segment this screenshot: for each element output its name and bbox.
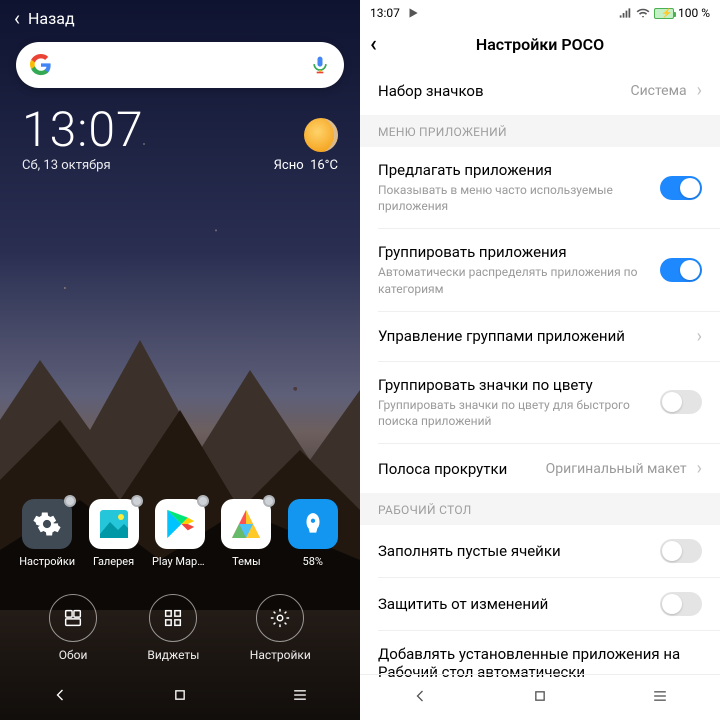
row-sub: Автоматически распределять приложения по…: [378, 264, 650, 296]
header-title: Настройки POCO: [476, 35, 604, 54]
nav-home[interactable]: [170, 685, 190, 709]
chevron-right-icon: ›: [697, 80, 702, 101]
battery-icon: ⚡: [654, 8, 674, 19]
settings-header: ‹ Настройки POCO: [360, 22, 720, 66]
google-search-bar[interactable]: [16, 42, 344, 88]
chevron-right-icon: ›: [697, 326, 702, 347]
nav-recents[interactable]: [650, 686, 670, 710]
quick-label: Обои: [59, 648, 88, 662]
row-title: Заполнять пустые ячейки: [378, 542, 650, 560]
clock-time: 13:07: [22, 106, 144, 154]
poco-settings-screen: 13:07 ⚡ 100 % ‹ Настройки POCO Набор зна…: [360, 0, 720, 720]
quick-widgets[interactable]: Виджеты: [147, 594, 199, 662]
weather-text: Ясно 16°C: [274, 158, 338, 173]
row-group-by-color[interactable]: Группировать значки по цвету Группироват…: [360, 362, 720, 443]
row-value: Оригинальный макет: [546, 461, 687, 477]
back-bar[interactable]: ‹ Назад: [0, 0, 360, 28]
weather-widget[interactable]: Ясно 16°C: [274, 118, 338, 173]
row-title: Группировать значки по цвету: [378, 376, 650, 394]
nav-back[interactable]: [410, 686, 430, 710]
row-icon-pack[interactable]: Набор значков Система ›: [360, 66, 720, 115]
app-label: Темы: [218, 555, 274, 568]
row-suggest-apps[interactable]: Предлагать приложения Показывать в меню …: [360, 147, 720, 228]
rocket-icon: [300, 511, 326, 537]
app-settings[interactable]: Настройки: [19, 499, 75, 568]
row-sub: Показывать в меню часто используемые при…: [378, 182, 650, 214]
row-manage-groups[interactable]: Управление группами приложений ›: [360, 312, 720, 361]
toggle-group-apps[interactable]: [660, 258, 702, 282]
status-bar: 13:07 ⚡ 100 %: [360, 0, 720, 22]
row-title: Группировать приложения: [378, 243, 650, 261]
row-group-apps[interactable]: Группировать приложения Автоматически ра…: [360, 229, 720, 310]
nav-bar: [0, 674, 360, 720]
row-title: Предлагать приложения: [378, 161, 650, 179]
quick-settings[interactable]: Настройки: [250, 594, 311, 662]
status-time: 13:07: [370, 6, 400, 20]
gear-icon: [33, 510, 61, 538]
quick-label: Виджеты: [147, 648, 199, 662]
widgets-icon: [162, 607, 184, 629]
mic-icon[interactable]: [310, 55, 330, 75]
app-themes[interactable]: Темы: [218, 499, 274, 568]
toggle-group-color[interactable]: [660, 390, 702, 414]
play-store-status-icon: [406, 6, 420, 20]
themes-icon: [228, 506, 264, 542]
chevron-left-icon: ‹: [14, 8, 20, 28]
gear-icon: [269, 607, 291, 629]
clock-block[interactable]: 13:07 Сб, 13 октября: [22, 106, 144, 173]
app-label: Галерея: [86, 555, 142, 568]
back-label: Назад: [28, 9, 75, 28]
wallpaper-icon: [62, 607, 84, 629]
toggle-lock-layout[interactable]: [660, 592, 702, 616]
row-lock-layout[interactable]: Защитить от изменений: [360, 578, 720, 630]
signal-icon: [618, 6, 632, 20]
section-home: РАБОЧИЙ СТОЛ: [360, 493, 720, 525]
chevron-right-icon: ›: [697, 458, 702, 479]
play-store-icon: [163, 507, 197, 541]
app-play-store[interactable]: Play Марк..: [152, 499, 208, 568]
row-title: Управление группами приложений: [378, 327, 687, 345]
gallery-icon: [94, 504, 134, 544]
nav-recents[interactable]: [290, 685, 310, 709]
clock-date: Сб, 13 октября: [22, 158, 144, 173]
toggle-fill-cells[interactable]: [660, 539, 702, 563]
quick-wallpaper[interactable]: Обои: [49, 594, 97, 662]
row-title: Защитить от изменений: [378, 595, 650, 613]
wifi-icon: [636, 6, 650, 20]
nav-home[interactable]: [530, 686, 550, 710]
app-label: Play Марк..: [152, 555, 208, 568]
google-g-icon: [30, 54, 52, 76]
app-label: 58%: [285, 555, 341, 568]
row-value: Система: [630, 83, 686, 99]
app-dock: Настройки Галерея Play Марк: [0, 499, 360, 568]
toggle-suggest-apps[interactable]: [660, 176, 702, 200]
quick-actions: Обои Виджеты Настройки: [0, 594, 360, 662]
sun-icon: [304, 118, 338, 152]
row-title: Набор значков: [378, 82, 620, 100]
row-title: Полоса прокрутки: [378, 460, 536, 478]
row-fill-cells[interactable]: Заполнять пустые ячейки: [360, 525, 720, 577]
row-sub: Группировать значки по цвету для быстрог…: [378, 397, 650, 429]
nav-bar: [360, 674, 720, 720]
nav-back[interactable]: [50, 685, 70, 709]
app-label: Настройки: [19, 555, 75, 568]
app-gallery[interactable]: Галерея: [86, 499, 142, 568]
section-apps: МЕНЮ ПРИЛОЖЕНИЙ: [360, 115, 720, 147]
home-screen: ‹ Назад 13:07 Сб, 13 октября Ясно 16°C: [0, 0, 360, 720]
app-cleaner[interactable]: 58%: [285, 499, 341, 568]
quick-label: Настройки: [250, 648, 311, 662]
battery-pct: 100 %: [678, 6, 710, 20]
back-button[interactable]: ‹: [370, 32, 377, 57]
row-scrollbar[interactable]: Полоса прокрутки Оригинальный макет ›: [360, 444, 720, 493]
